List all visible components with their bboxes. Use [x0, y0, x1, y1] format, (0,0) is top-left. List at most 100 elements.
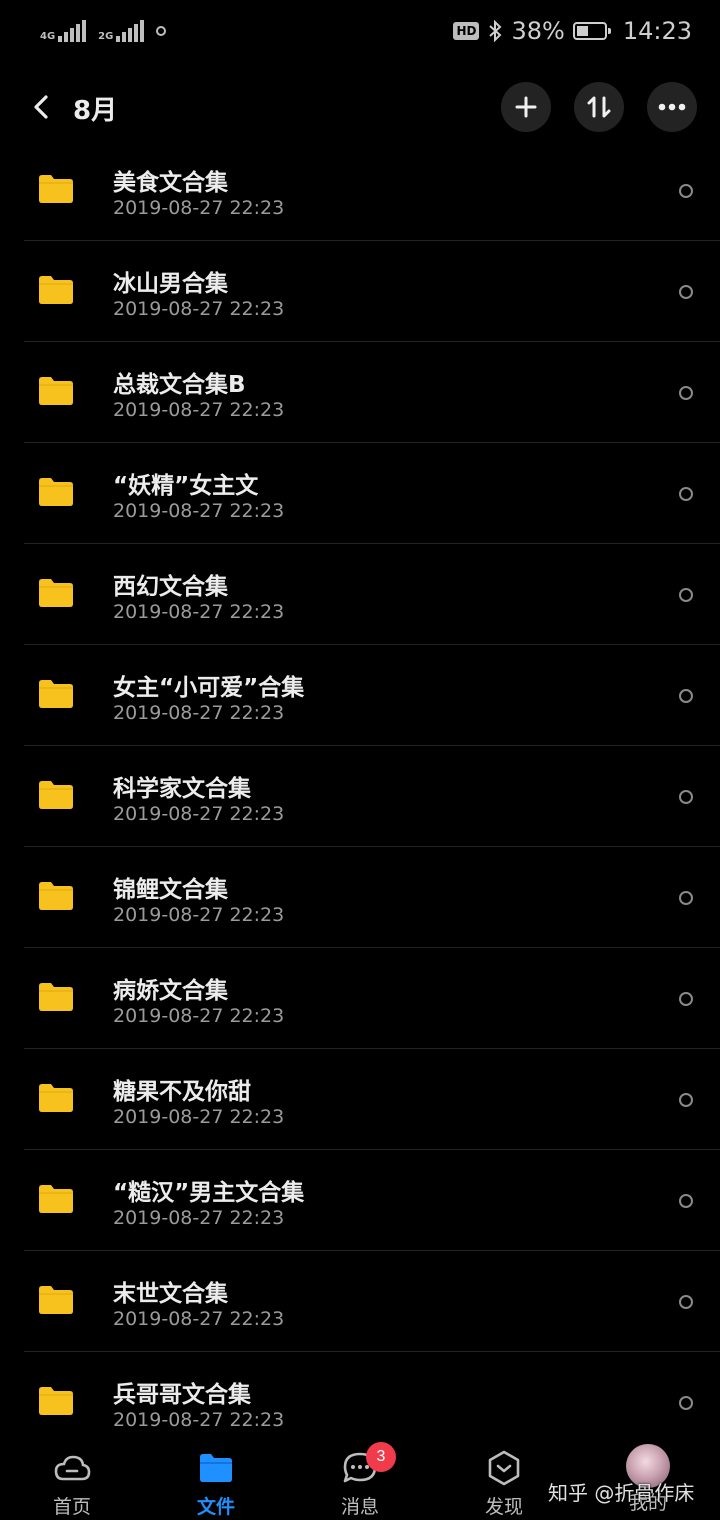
bluetooth-icon: [489, 19, 502, 43]
folder-name: 西幻文合集: [113, 574, 228, 600]
app-screen: 4G 2G HD 38% 14:23 8月 美食文合集 2019-08-27 2…: [0, 0, 720, 1520]
folder-icon: [39, 983, 73, 1011]
folder-name: 总裁文合集B: [113, 372, 246, 398]
folder-row[interactable]: “糙汉”男主文合集 2019-08-27 22:23: [0, 1150, 720, 1251]
select-radio[interactable]: [679, 790, 693, 804]
status-left: 4G 2G: [40, 20, 167, 42]
folder-row[interactable]: 冰山男合集 2019-08-27 22:23: [0, 241, 720, 342]
select-radio[interactable]: [679, 891, 693, 905]
select-radio[interactable]: [679, 1093, 693, 1107]
folder-name: 末世文合集: [113, 1281, 228, 1307]
folder-row[interactable]: 总裁文合集B 2019-08-27 22:23: [0, 342, 720, 443]
folder-icon: [39, 478, 73, 506]
select-radio[interactable]: [679, 285, 693, 299]
select-radio[interactable]: [679, 1396, 693, 1410]
folder-date: 2019-08-27 22:23: [113, 500, 285, 522]
folder-date: 2019-08-27 22:23: [113, 803, 285, 825]
battery-percent: 38%: [511, 17, 565, 45]
signal-bars-icon: [116, 20, 145, 42]
folder-list: 美食文合集 2019-08-27 22:23 冰山男合集 2019-08-27 …: [0, 140, 720, 1453]
select-radio[interactable]: [679, 386, 693, 400]
folder-date: 2019-08-27 22:23: [113, 1207, 285, 1229]
nav-home[interactable]: 首页: [22, 1440, 122, 1520]
select-radio[interactable]: [679, 588, 693, 602]
folder-icon: [39, 1387, 73, 1415]
folder-row[interactable]: 科学家文合集 2019-08-27 22:23: [0, 746, 720, 847]
folder-icon: [39, 175, 73, 203]
folder-row[interactable]: 末世文合集 2019-08-27 22:23: [0, 1251, 720, 1352]
folder-icon: [39, 579, 73, 607]
nav-files[interactable]: 文件: [166, 1440, 266, 1520]
folder-icon: [39, 1084, 73, 1112]
nav-label: 发现: [484, 1496, 523, 1518]
sort-icon: [587, 96, 611, 118]
folder-row[interactable]: 女主“小可爱”合集 2019-08-27 22:23: [0, 645, 720, 746]
signal-bars-icon: [58, 20, 87, 42]
folder-icon: [39, 781, 73, 809]
folder-date: 2019-08-27 22:23: [113, 197, 285, 219]
folder-icon: [39, 276, 73, 304]
header: 8月: [0, 72, 720, 142]
folder-row[interactable]: 兵哥哥文合集 2019-08-27 22:23: [0, 1352, 720, 1453]
nav-messages[interactable]: 3 消息: [310, 1440, 410, 1520]
folder-icon: [39, 1185, 73, 1213]
folder-name: 锦鲤文合集: [113, 877, 228, 903]
folder-name: 冰山男合集: [113, 271, 228, 297]
page-title: 8月: [73, 96, 118, 126]
folder-date: 2019-08-27 22:23: [113, 298, 285, 320]
chat-icon: 3: [340, 1442, 396, 1486]
folder-date: 2019-08-27 22:23: [113, 1308, 285, 1330]
folder-date: 2019-08-27 22:23: [113, 1106, 285, 1128]
folder-row[interactable]: 西幻文合集 2019-08-27 22:23: [0, 544, 720, 645]
unread-badge: 3: [366, 1442, 396, 1472]
add-button[interactable]: [501, 82, 551, 132]
hd-badge: HD: [453, 22, 480, 40]
folder-date: 2019-08-27 22:23: [113, 904, 285, 926]
folder-date: 2019-08-27 22:23: [113, 601, 285, 623]
cloud-icon: [52, 1450, 92, 1486]
folder-date: 2019-08-27 22:23: [113, 1005, 285, 1027]
select-radio[interactable]: [679, 1194, 693, 1208]
folder-name: 病娇文合集: [113, 978, 228, 1004]
chevron-left-icon: [34, 95, 48, 119]
nav-label: 文件: [196, 1496, 235, 1518]
folder-row[interactable]: 病娇文合集 2019-08-27 22:23: [0, 948, 720, 1049]
folder-name: “妖精”女主文: [113, 473, 259, 499]
folder-row[interactable]: 美食文合集 2019-08-27 22:23: [0, 140, 720, 241]
battery-icon: [572, 22, 611, 40]
folder-icon: [196, 1450, 236, 1486]
discover-icon: [484, 1450, 524, 1486]
status-bar: 4G 2G HD 38% 14:23: [0, 0, 720, 62]
nav-label: 消息: [340, 1496, 379, 1518]
more-dots-icon: [658, 103, 686, 111]
sort-button[interactable]: [574, 82, 624, 132]
select-radio[interactable]: [679, 487, 693, 501]
folder-date: 2019-08-27 22:23: [113, 702, 285, 724]
network-type-2: 2G: [98, 31, 114, 42]
watermark: 知乎 @折骨作床: [548, 1481, 695, 1505]
folder-row[interactable]: 糖果不及你甜 2019-08-27 22:23: [0, 1049, 720, 1150]
folder-icon: [39, 882, 73, 910]
folder-row[interactable]: “妖精”女主文 2019-08-27 22:23: [0, 443, 720, 544]
folder-date: 2019-08-27 22:23: [113, 399, 285, 421]
signal-2: 2G: [98, 20, 145, 42]
select-radio[interactable]: [679, 184, 693, 198]
folder-name: 糖果不及你甜: [113, 1079, 251, 1105]
folder-name: 兵哥哥文合集: [113, 1382, 251, 1408]
more-button[interactable]: [647, 82, 697, 132]
clock: 14:23: [622, 17, 692, 45]
network-type-1: 4G: [40, 31, 56, 42]
select-radio[interactable]: [679, 1295, 693, 1309]
folder-row[interactable]: 锦鲤文合集 2019-08-27 22:23: [0, 847, 720, 948]
notification-dot-icon: [156, 26, 167, 36]
folder-icon: [39, 377, 73, 405]
nav-label: 首页: [52, 1496, 91, 1518]
folder-name: 科学家文合集: [113, 776, 251, 802]
select-radio[interactable]: [679, 992, 693, 1006]
back-button[interactable]: [26, 90, 56, 124]
nav-discover[interactable]: 发现: [454, 1440, 554, 1520]
select-radio[interactable]: [679, 689, 693, 703]
plus-icon: [515, 96, 537, 118]
folder-icon: [39, 1286, 73, 1314]
folder-date: 2019-08-27 22:23: [113, 1409, 285, 1431]
